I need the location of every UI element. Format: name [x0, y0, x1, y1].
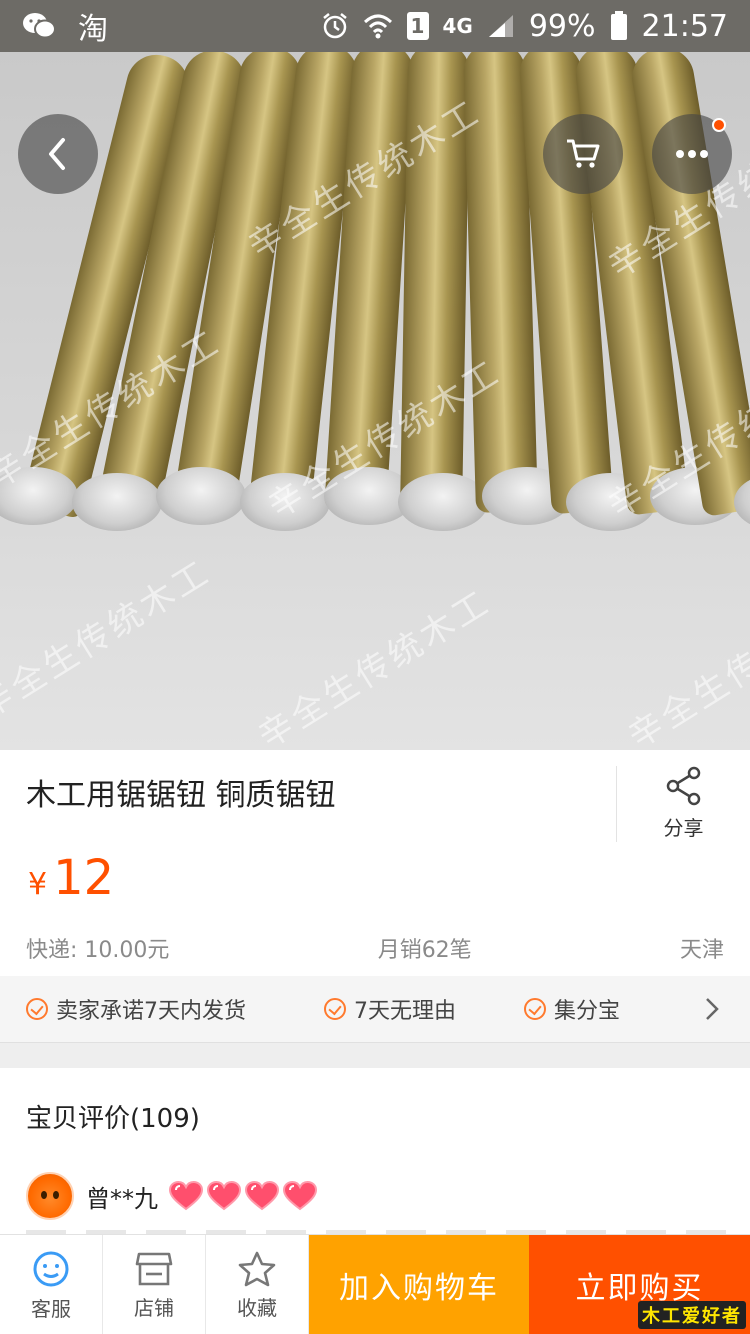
- chevron-left-icon: [49, 138, 65, 170]
- shipping-fee: 快递: 10.00元: [26, 938, 170, 963]
- status-bar: 淘 1 4G 99% 21:57: [0, 0, 750, 52]
- heart-icon: [282, 1181, 318, 1211]
- review-author: 曾**九: [26, 1172, 318, 1220]
- monthly-sales: 月销62笔: [377, 938, 472, 963]
- service-item: 集分宝: [524, 993, 620, 1025]
- currency-symbol: ¥: [28, 867, 48, 902]
- reviewer-name: 曾**九: [86, 1184, 158, 1213]
- heart-icon: [206, 1181, 242, 1211]
- customer-service-label: 客服: [31, 1296, 71, 1321]
- wechat-icon: [22, 12, 56, 40]
- heart-icon: [244, 1181, 280, 1211]
- cart-button[interactable]: [543, 114, 623, 194]
- battery-icon: [610, 11, 628, 41]
- back-button[interactable]: [18, 114, 98, 194]
- store-icon: [135, 1252, 173, 1285]
- check-circle-icon: [324, 998, 346, 1020]
- favorite-button[interactable]: 收藏: [206, 1235, 309, 1334]
- avatar: [26, 1172, 74, 1220]
- seller-location: 天津: [679, 938, 724, 963]
- watermark-text: 辛全生传统木工: [621, 582, 750, 750]
- buy-now-button[interactable]: 立即购买 木工爱好者: [529, 1235, 750, 1334]
- watermark-text: 辛全生传统木工: [251, 582, 499, 750]
- alarm-icon: [321, 12, 349, 40]
- store-button[interactable]: 店铺: [103, 1235, 206, 1334]
- rod-head: [156, 467, 246, 525]
- more-options-button[interactable]: [652, 114, 732, 194]
- add-to-cart-button[interactable]: 加入购物车: [309, 1235, 529, 1334]
- network-type: 4G: [442, 14, 473, 38]
- star-icon: [238, 1251, 276, 1286]
- notification-dot: [712, 118, 726, 132]
- service-item: 卖家承诺7天内发货: [26, 993, 324, 1025]
- clock: 21:57: [641, 8, 728, 44]
- service-guarantees[interactable]: 卖家承诺7天内发货 7天无理由 集分宝: [0, 976, 750, 1042]
- bottom-action-bar: 客服 店铺 收藏 加入购物车 立即购买 木工爱好者: [0, 1234, 750, 1334]
- share-button[interactable]: 分享: [616, 766, 750, 842]
- favorite-label: 收藏: [237, 1295, 277, 1320]
- signal-icon: [487, 13, 515, 39]
- section-divider: [0, 1042, 750, 1068]
- more-icon: [676, 150, 708, 158]
- share-icon: [666, 766, 700, 806]
- wifi-icon: [363, 13, 393, 39]
- reviewer-level: [168, 1181, 318, 1211]
- sim-card-icon: 1: [406, 12, 429, 40]
- reviews-title: 宝贝评价(109): [26, 1104, 200, 1134]
- customer-service-button[interactable]: 客服: [0, 1235, 103, 1334]
- share-label: 分享: [663, 816, 704, 840]
- price: ¥ 12: [28, 850, 114, 906]
- battery-percent: 99%: [528, 8, 596, 44]
- check-circle-icon: [524, 998, 546, 1020]
- price-value: 12: [53, 850, 115, 906]
- rod-head: [72, 473, 162, 531]
- corner-logo: 木工爱好者: [638, 1301, 746, 1329]
- service-item: 7天无理由: [324, 993, 524, 1025]
- reviews-section[interactable]: 宝贝评价(109) 曾**九: [0, 1068, 750, 1238]
- check-circle-icon: [26, 998, 48, 1020]
- cart-icon: [567, 139, 600, 168]
- heart-icon: [168, 1181, 204, 1211]
- watermark-text: 辛全生传统木工: [0, 552, 219, 727]
- store-label: 店铺: [134, 1295, 174, 1320]
- product-meta: 快递: 10.00元 月销62笔 天津: [26, 932, 724, 964]
- chevron-right-icon[interactable]: [704, 996, 720, 1026]
- taobao-icon: 淘: [78, 12, 108, 47]
- product-title: 木工用锯锯钮 铜质锯钮: [26, 778, 336, 813]
- product-image-gallery[interactable]: 辛全生传统木工 辛全生传统木工 辛全生传统木工 辛全生传统木工 辛全生传统木工 辛全生传统…: [0, 52, 750, 750]
- customer-service-icon: [33, 1251, 69, 1286]
- product-info: 木工用锯锯钮 铜质锯钮 分享 ¥ 12 快递: 10.00元 月销62笔 天津: [0, 750, 750, 976]
